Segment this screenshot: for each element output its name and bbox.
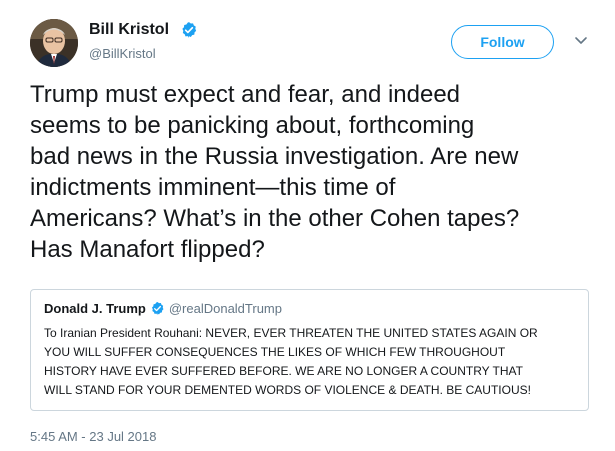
avatar-photo-icon bbox=[30, 19, 78, 67]
chevron-down-icon[interactable] bbox=[574, 36, 588, 46]
tweet-text: Trump must expect and fear, and indeed s… bbox=[30, 81, 520, 263]
follow-button[interactable]: Follow bbox=[451, 25, 554, 59]
quoted-tweet-header: Donald J. Trump @realDonaldTrump bbox=[44, 301, 282, 316]
quoted-author-display-name: Donald J. Trump bbox=[44, 301, 146, 316]
author-display-name[interactable]: Bill Kristol bbox=[89, 21, 169, 39]
quoted-tweet[interactable]: Donald J. Trump @realDonaldTrump To Iran… bbox=[30, 289, 589, 411]
quoted-author-handle: @realDonaldTrump bbox=[168, 301, 282, 316]
tweet-timestamp[interactable]: 5:45 AM - 23 Jul 2018 bbox=[30, 429, 156, 444]
author-avatar[interactable] bbox=[30, 19, 78, 67]
verified-badge-icon bbox=[182, 22, 197, 38]
quoted-verified-badge-icon bbox=[151, 301, 164, 316]
tweet-card: Bill Kristol @BillKristol Follow Trump m… bbox=[0, 0, 615, 451]
quoted-tweet-text: To Iranian President Rouhani: NEVER, EVE… bbox=[44, 326, 538, 397]
author-handle[interactable]: @BillKristol bbox=[89, 46, 156, 61]
